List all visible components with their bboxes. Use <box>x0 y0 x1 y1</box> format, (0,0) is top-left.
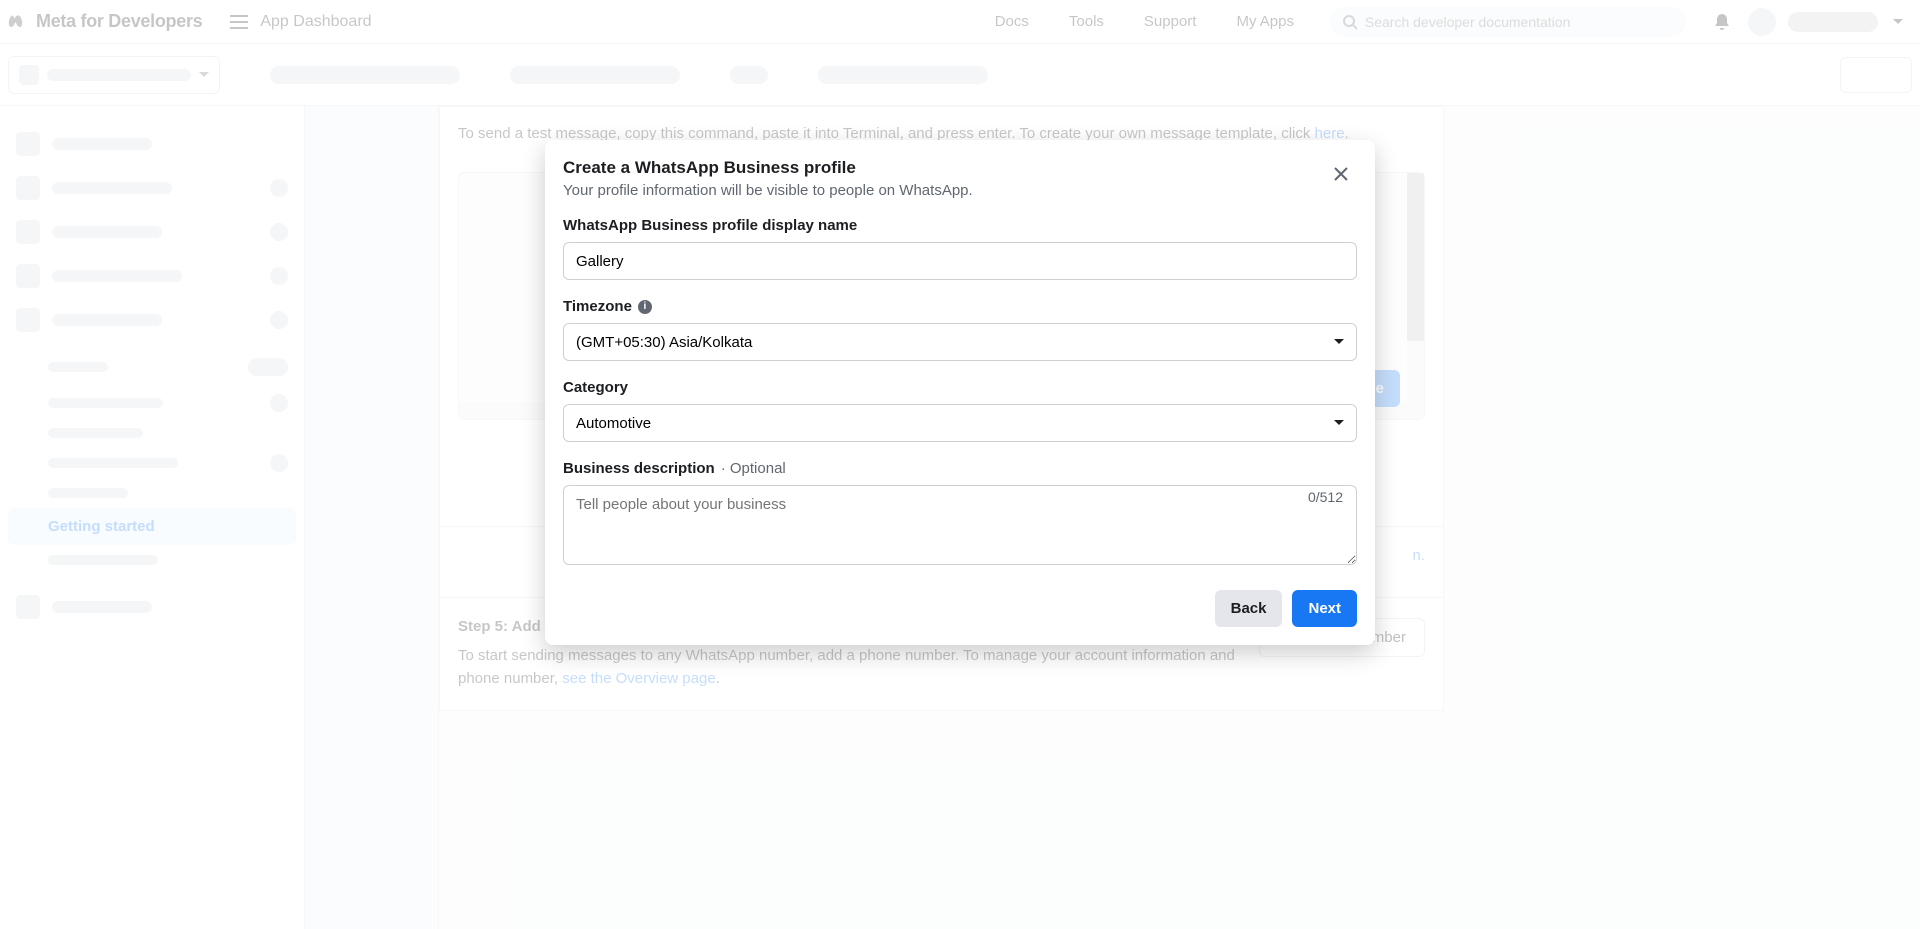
description-textarea[interactable] <box>563 485 1357 565</box>
timezone-label: Timezone i <box>563 298 1357 315</box>
display-name-label: WhatsApp Business profile display name <box>563 217 1357 234</box>
display-name-input[interactable] <box>563 242 1357 280</box>
next-button[interactable]: Next <box>1292 590 1357 627</box>
description-label: Business description · Optional <box>563 460 1357 477</box>
category-label: Category <box>563 379 1357 396</box>
chevron-down-icon <box>1334 339 1344 345</box>
modal-title: Create a WhatsApp Business profile <box>563 158 973 178</box>
modal-subtitle: Your profile information will be visible… <box>563 182 973 199</box>
close-button[interactable] <box>1325 158 1357 190</box>
back-button[interactable]: Back <box>1215 590 1283 627</box>
modal-overlay: Create a WhatsApp Business profile Your … <box>0 0 1920 929</box>
chevron-down-icon <box>1334 420 1344 426</box>
close-icon <box>1333 166 1349 182</box>
category-select[interactable]: Automotive <box>563 404 1357 442</box>
modal: Create a WhatsApp Business profile Your … <box>545 140 1375 645</box>
timezone-select[interactable]: (GMT+05:30) Asia/Kolkata <box>563 323 1357 361</box>
char-count: 0/512 <box>1308 489 1343 505</box>
info-icon[interactable]: i <box>638 300 652 314</box>
